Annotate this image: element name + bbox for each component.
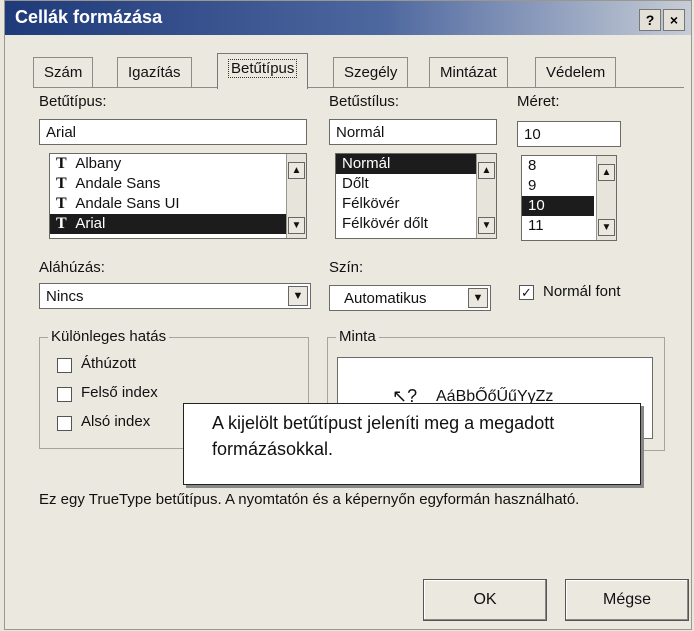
font-list-item[interactable]: T Andale Sans bbox=[50, 174, 306, 194]
color-select[interactable]: Automatikus ▼ bbox=[329, 285, 491, 311]
tab-font-label: Betűtípus bbox=[228, 59, 298, 78]
scroll-up-icon[interactable]: ▲ bbox=[288, 162, 305, 179]
color-label: Szín: bbox=[329, 259, 364, 276]
scroll-up-icon[interactable]: ▲ bbox=[598, 164, 615, 181]
title-bar: Cellák formázása ? × bbox=[5, 1, 691, 35]
font-list-item[interactable]: T Andale Sans UI bbox=[50, 194, 306, 214]
font-list-item-selected[interactable]: T Arial bbox=[50, 214, 306, 234]
tab-number[interactable]: Szám bbox=[33, 57, 94, 88]
style-input[interactable]: Normál bbox=[329, 119, 497, 145]
style-label: Betűstílus: bbox=[329, 93, 400, 110]
style-list-item[interactable]: Dőlt bbox=[336, 174, 496, 194]
preview-legend: Minta bbox=[336, 328, 379, 345]
size-label: Méret: bbox=[517, 93, 560, 110]
font-description: Ez egy TrueType betűtípus. A nyomtatón é… bbox=[39, 491, 580, 508]
tab-alignment[interactable]: Igazítás bbox=[117, 57, 192, 88]
underline-select[interactable]: Nincs ▼ bbox=[39, 283, 311, 309]
chevron-down-icon[interactable]: ▼ bbox=[288, 286, 308, 306]
effects-legend: Különleges hatás bbox=[48, 328, 170, 345]
style-list-item[interactable]: Félkövér dőlt bbox=[336, 214, 496, 234]
normal-font-checkbox[interactable]: ✓ bbox=[519, 285, 534, 300]
scroll-down-icon[interactable]: ▼ bbox=[598, 219, 615, 236]
normal-font-label: Normál font bbox=[543, 283, 621, 300]
truetype-icon: T bbox=[56, 175, 67, 192]
font-input[interactable]: Arial bbox=[39, 119, 307, 145]
font-list-item[interactable]: T Albany bbox=[50, 154, 306, 174]
size-list[interactable]: 8 9 10 11 ▲ ▼ bbox=[521, 155, 617, 241]
size-input[interactable]: 10 bbox=[517, 121, 621, 147]
size-list-scrollbar[interactable]: ▲ ▼ bbox=[596, 156, 616, 240]
tab-protection[interactable]: Védelem bbox=[535, 57, 617, 88]
style-list[interactable]: Normál Dőlt Félkövér Félkövér dőlt ▲ ▼ bbox=[335, 153, 497, 239]
style-list-item[interactable]: Félkövér bbox=[336, 194, 496, 214]
style-list-scrollbar[interactable]: ▲ ▼ bbox=[476, 154, 496, 238]
close-button[interactable]: × bbox=[663, 9, 685, 31]
size-list-item-selected[interactable]: 10 bbox=[522, 196, 594, 216]
cancel-button[interactable]: Mégse bbox=[565, 579, 689, 621]
strikethrough-label: Áthúzott bbox=[81, 355, 137, 372]
scroll-down-icon[interactable]: ▼ bbox=[478, 217, 495, 234]
format-cells-dialog: Cellák formázása ? × Szám Igazítás Betűt… bbox=[4, 0, 692, 630]
help-tooltip: A kijelölt betűtípust jeleníti meg a meg… bbox=[183, 403, 641, 485]
truetype-icon: T bbox=[56, 195, 67, 212]
truetype-icon: T bbox=[56, 155, 67, 172]
help-button[interactable]: ? bbox=[639, 9, 661, 31]
underline-label: Aláhúzás: bbox=[39, 259, 105, 276]
scroll-down-icon[interactable]: ▼ bbox=[288, 217, 305, 234]
font-list-scrollbar[interactable]: ▲ ▼ bbox=[286, 154, 306, 238]
tab-pattern[interactable]: Mintázat bbox=[429, 57, 508, 88]
font-label: Betűtípus: bbox=[39, 93, 107, 110]
ok-button[interactable]: OK bbox=[423, 579, 547, 621]
underline-value: Nincs bbox=[46, 288, 84, 305]
dialog-title: Cellák formázása bbox=[15, 7, 163, 27]
chevron-down-icon[interactable]: ▼ bbox=[468, 288, 488, 308]
superscript-checkbox[interactable] bbox=[57, 387, 72, 402]
strikethrough-checkbox[interactable] bbox=[57, 358, 72, 373]
style-list-item-selected[interactable]: Normál bbox=[336, 154, 496, 174]
truetype-icon: T bbox=[56, 215, 67, 232]
superscript-label: Felső index bbox=[81, 384, 158, 401]
tab-font[interactable]: Betűtípus bbox=[217, 53, 309, 89]
color-value: Automatikus bbox=[344, 290, 427, 307]
scroll-up-icon[interactable]: ▲ bbox=[478, 162, 495, 179]
font-list[interactable]: T Albany T Andale Sans T Andale Sans UI … bbox=[49, 153, 307, 239]
subscript-label: Alsó index bbox=[81, 413, 151, 430]
tab-border[interactable]: Szegély bbox=[333, 57, 409, 88]
subscript-checkbox[interactable] bbox=[57, 416, 72, 431]
